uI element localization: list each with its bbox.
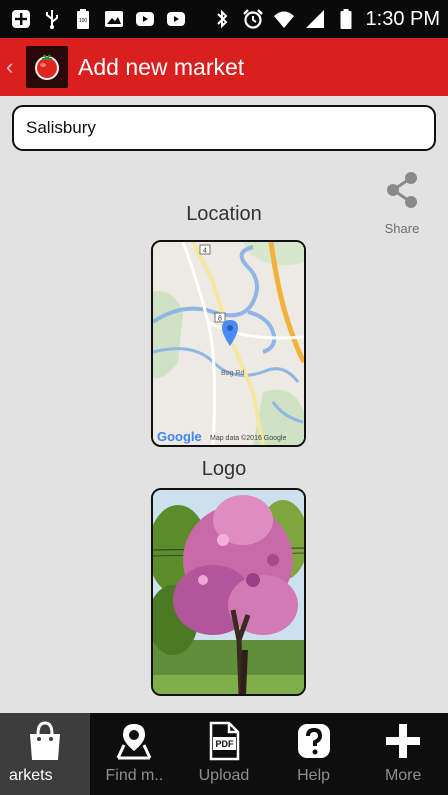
map-pin-icon [114, 719, 154, 763]
tab-more[interactable]: More [358, 713, 448, 795]
status-bar: 100 1:30 PM [0, 0, 448, 38]
add-icon [10, 9, 32, 29]
map-road-name: Bog Rd [221, 370, 244, 377]
tab-label: More [384, 767, 422, 784]
tab-label: Find m.. [105, 767, 164, 784]
help-icon [294, 719, 334, 763]
battery-level-text: 100 [79, 18, 88, 24]
tomato-logo-icon[interactable] [26, 46, 68, 88]
image-icon [103, 9, 125, 29]
battery-icon [335, 9, 357, 29]
wifi-icon [273, 9, 295, 29]
alarm-icon [242, 9, 264, 29]
tab-find-markets[interactable]: Find m.. [90, 713, 180, 795]
location-map[interactable]: 4 8 Bog Rd Google Map data ©2016 Google [151, 240, 306, 447]
location-label: Location [186, 203, 262, 225]
logo-label: Logo [201, 458, 247, 480]
map-google-brand: Google [157, 429, 202, 444]
tab-upload[interactable]: PDF Upload [179, 713, 269, 795]
usb-icon [41, 9, 63, 29]
map-road-label-2: 8 [218, 316, 222, 323]
tab-label: arkets [9, 767, 53, 784]
bottom-tab-bar: arkets Find m.. PDF Upload Help More [0, 713, 448, 795]
signal-icon [304, 9, 326, 29]
market-name-input[interactable] [12, 105, 436, 151]
tab-label: Upload [198, 767, 250, 784]
tab-help[interactable]: Help [269, 713, 359, 795]
logo-image[interactable] [151, 488, 306, 696]
map-road-label-1: 4 [203, 248, 207, 255]
youtube-icon [165, 9, 187, 29]
status-time: 1:30 PM [365, 7, 440, 30]
battery-full-icon: 100 [72, 9, 94, 29]
shopping-bag-icon [27, 719, 63, 763]
pdf-icon: PDF [207, 719, 241, 763]
plus-icon [384, 719, 422, 763]
page-title: Add new market [78, 53, 245, 80]
svg-text:PDF: PDF [215, 739, 234, 749]
tab-markets[interactable]: arkets [0, 713, 90, 795]
map-attribution: Map data ©2016 Google [210, 434, 286, 442]
back-button[interactable]: ‹ [6, 54, 22, 80]
app-bar: ‹ Add new market [0, 38, 448, 96]
bluetooth-icon [211, 9, 233, 29]
tab-label: Help [297, 767, 331, 784]
youtube-icon [134, 9, 156, 29]
